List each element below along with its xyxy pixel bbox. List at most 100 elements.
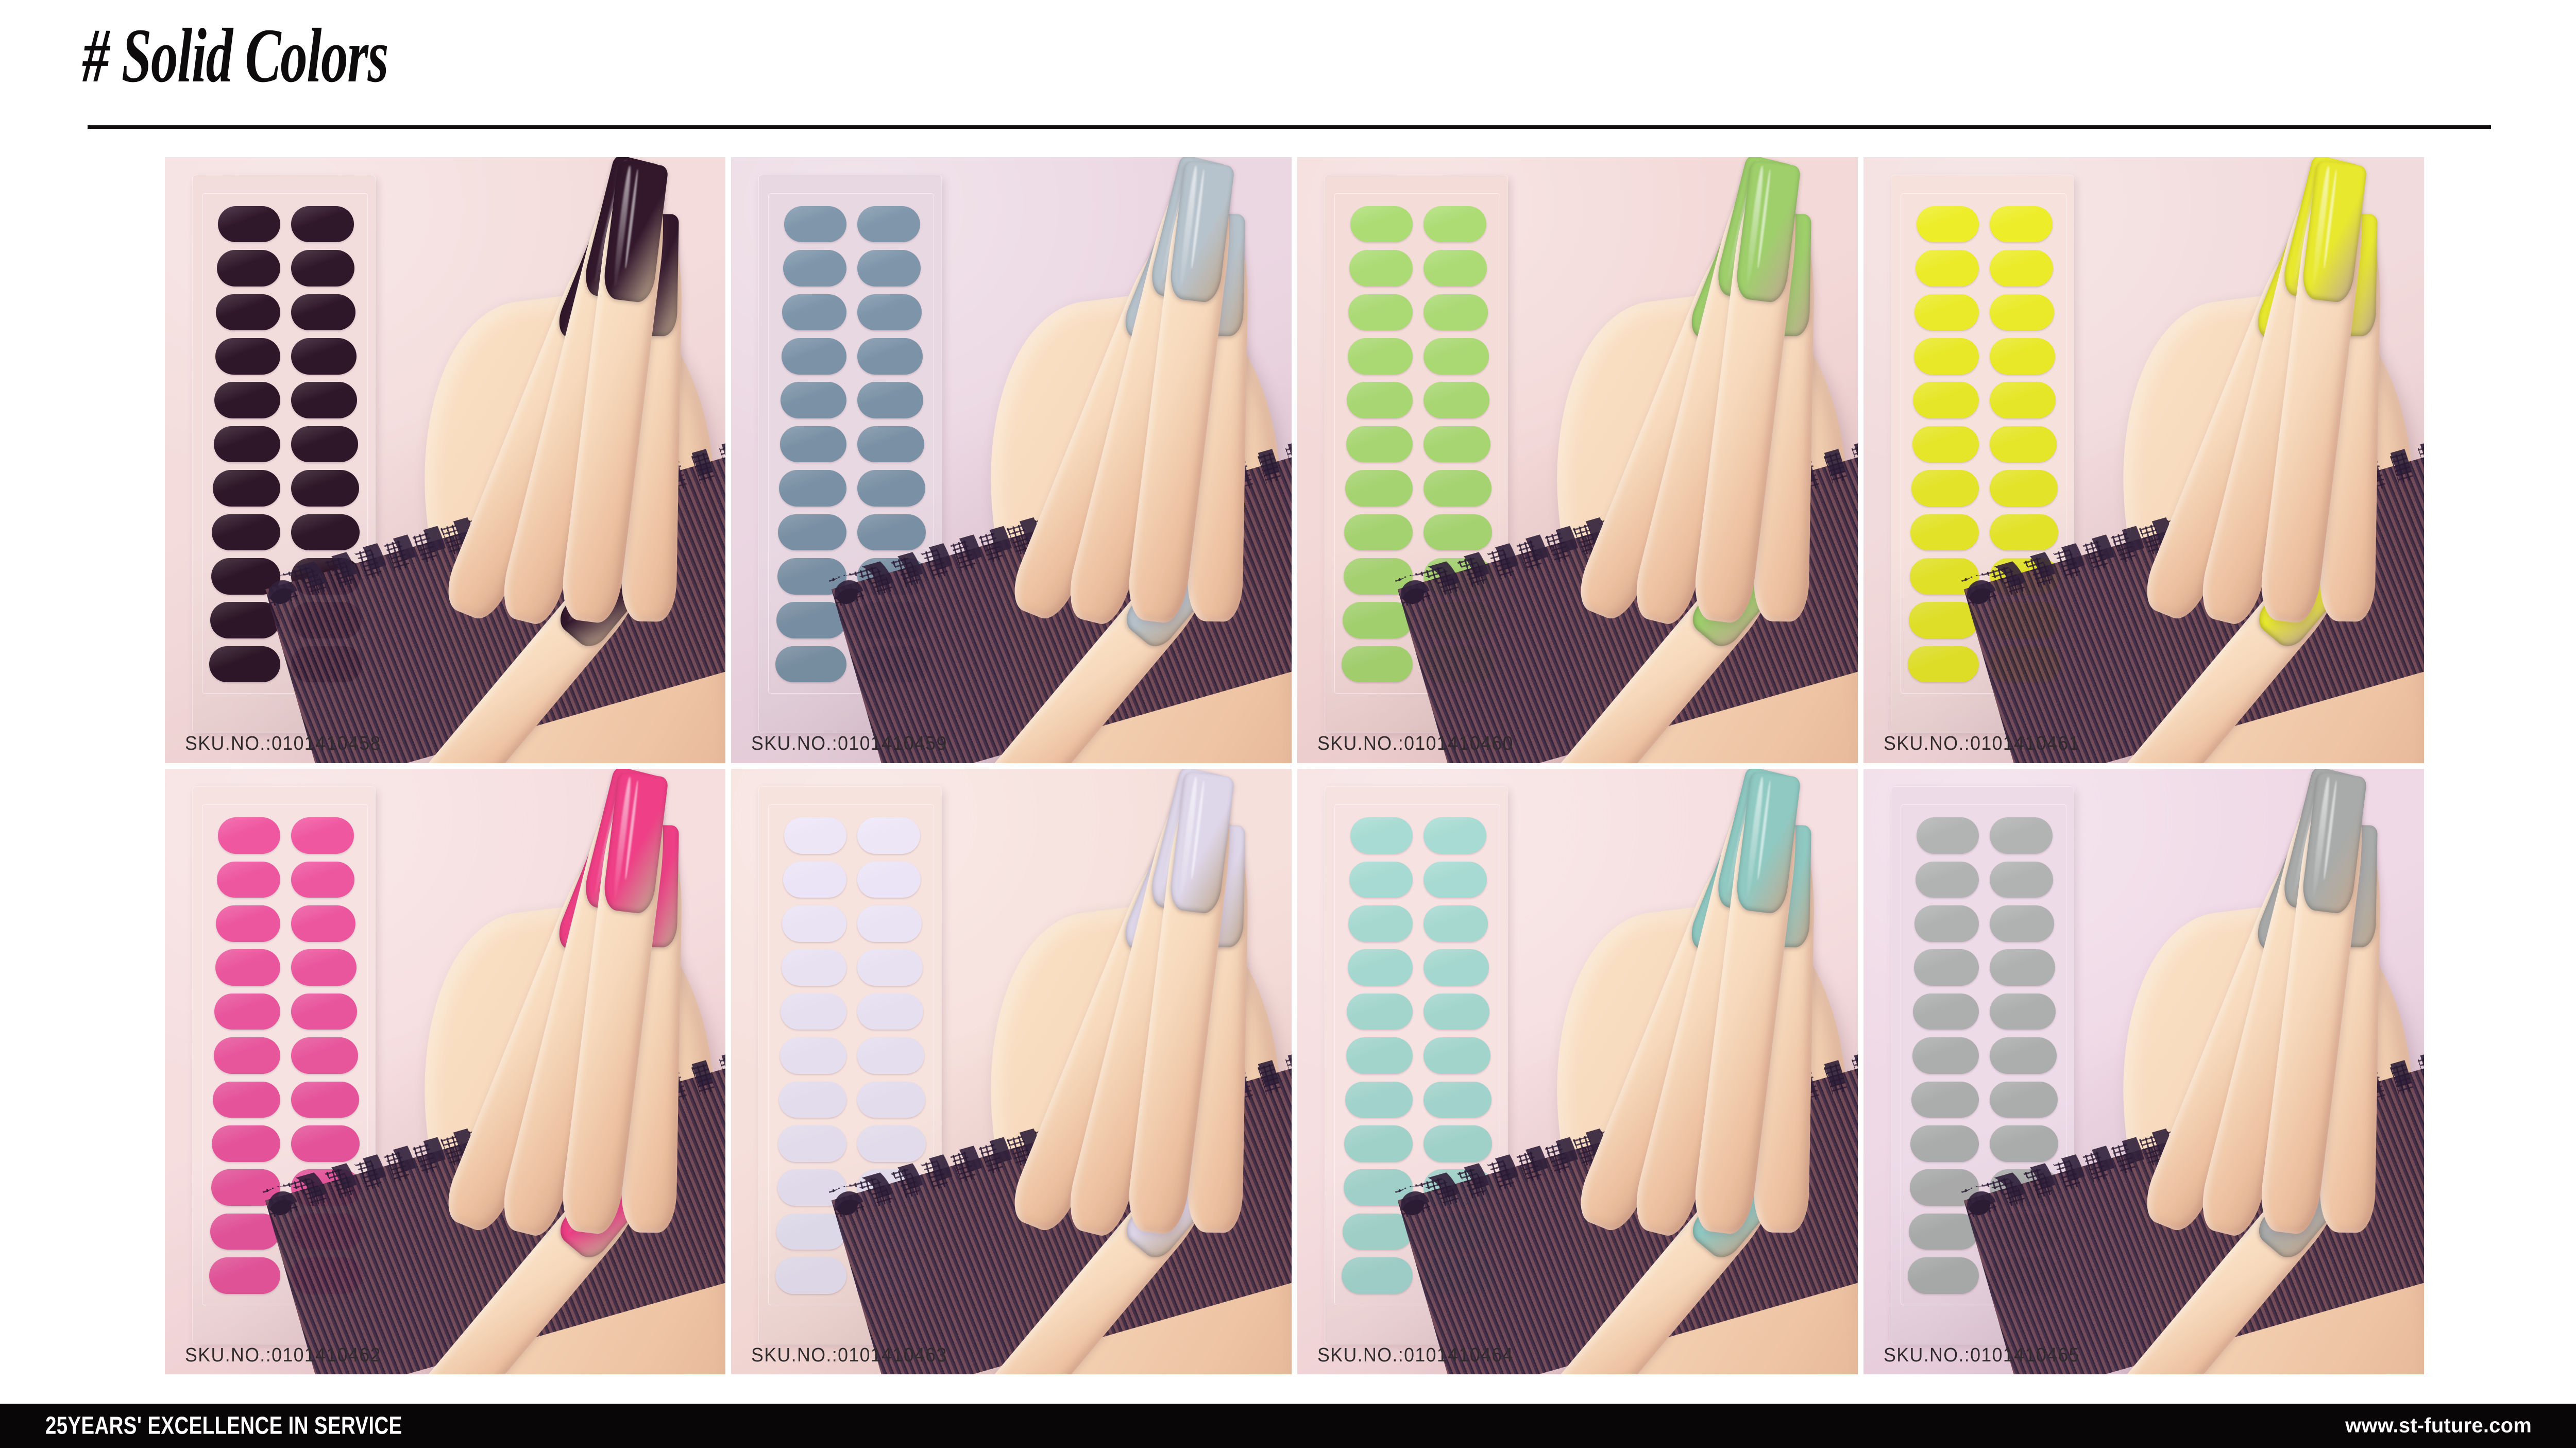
- nail-wrap-sticker: [857, 514, 926, 551]
- nail-wrap-sticker: [215, 949, 281, 986]
- product-panel[interactable]: SKU.NO.:0101410458: [165, 157, 725, 763]
- nail-wrap-sticker: [291, 470, 360, 507]
- sku-label: SKU.NO.:0101410459: [751, 733, 948, 755]
- nail-wrap-sticker: [1349, 861, 1413, 898]
- nail-wrap-sticker: [1990, 206, 2053, 243]
- nail-wrap-sticker: [213, 426, 281, 463]
- product-panel[interactable]: SKU.NO.:0101410464: [1297, 768, 1858, 1374]
- nail-wrap-sticker: [782, 294, 847, 331]
- nail-wrap-sticker: [1990, 250, 2054, 287]
- nail-wrap-sticker: [217, 206, 281, 243]
- nail-wrap-sticker: [1990, 294, 2054, 331]
- nail-wrap-sticker: [1423, 426, 1490, 463]
- product-panel[interactable]: SKU.NO.:0101410460: [1297, 157, 1858, 763]
- nail-wrap-sticker: [1908, 646, 1979, 683]
- nail-wrap-sticker: [291, 1125, 360, 1162]
- nail-wrap-sticker: [857, 426, 924, 463]
- nail-wrap-sticker: [1346, 426, 1413, 463]
- nail-wrap-sticker: [1911, 470, 1979, 507]
- nail-wrap-sticker: [291, 1081, 360, 1118]
- nail-wrap-sticker: [291, 1037, 358, 1074]
- nail-wrap-sticker: [1913, 338, 1979, 375]
- nail-wrap-sticker: [291, 861, 355, 898]
- nail-wrap-sticker: [778, 470, 847, 507]
- nail-wrap-sticker: [1345, 1081, 1413, 1118]
- nail-wrap-sticker: [291, 905, 355, 942]
- nail-wrap-sticker: [1423, 338, 1489, 375]
- nail-wrap-sticker: [1348, 905, 1413, 942]
- nail-wrap-sticker: [291, 426, 358, 463]
- nail-wrap-sticker: [1423, 905, 1488, 942]
- nail-wrap-sticker: [857, 294, 922, 331]
- nail-wrap-sticker: [1345, 470, 1413, 507]
- nail-wrap-sticker: [1423, 949, 1489, 986]
- nail-wrap-sticker: [1347, 993, 1413, 1030]
- title-divider: [88, 125, 2491, 129]
- nail-wrap-sticker: [781, 382, 847, 418]
- nail-wrap-sticker: [781, 949, 847, 986]
- nail-wrap-sticker: [1423, 206, 1486, 243]
- nail-wrap-sticker: [857, 1037, 924, 1074]
- nail-wrap-sticker: [1347, 949, 1413, 986]
- nail-wrap-sticker: [857, 905, 922, 942]
- sku-label: SKU.NO.:0101410458: [185, 733, 382, 755]
- nail-wrap-sticker: [779, 426, 847, 463]
- nail-wrap-sticker: [1346, 1037, 1413, 1074]
- nail-wrap-sticker: [1990, 382, 2056, 418]
- nail-wrap-sticker: [1916, 250, 1979, 287]
- nail-wrap-sticker: [1914, 905, 1979, 942]
- nail-wrap-sticker: [291, 382, 358, 418]
- nail-wrap-sticker: [1990, 905, 2054, 942]
- nail-wrap-sticker: [775, 646, 847, 683]
- sku-label: SKU.NO.:0101410462: [185, 1344, 382, 1366]
- sku-label: SKU.NO.:0101410460: [1317, 733, 1514, 755]
- nail-wrap-sticker: [1912, 1037, 1979, 1074]
- nail-wrap-sticker: [216, 294, 281, 331]
- product-panel[interactable]: SKU.NO.:0101410465: [1863, 768, 2424, 1374]
- nail-wrap-sticker: [857, 817, 920, 854]
- nail-wrap-sticker: [857, 206, 920, 243]
- nail-wrap-sticker: [217, 817, 281, 854]
- nail-wrap-sticker: [1344, 1125, 1413, 1162]
- nail-wrap-sticker: [1916, 206, 1979, 243]
- nail-wrap-sticker: [291, 250, 355, 287]
- nail-wrap-sticker: [1423, 993, 1490, 1030]
- nail-wrap-sticker: [210, 602, 281, 638]
- nail-wrap-sticker: [778, 1125, 847, 1162]
- sku-label: SKU.NO.:0101410463: [751, 1344, 948, 1366]
- nail-wrap-sticker: [1423, 382, 1490, 418]
- nail-wrap-sticker: [783, 250, 847, 287]
- footer-website-link[interactable]: www.st-future.com: [2345, 1415, 2532, 1438]
- product-panel[interactable]: SKU.NO.:0101410463: [731, 768, 1292, 1374]
- sku-label: SKU.NO.:0101410465: [1884, 1344, 2080, 1366]
- nail-wrap-sticker: [1423, 250, 1487, 287]
- nail-wrap-sticker: [857, 949, 923, 986]
- nail-wrap-sticker: [1990, 817, 2053, 854]
- nail-wrap-sticker: [1423, 1037, 1490, 1074]
- nail-wrap-sticker: [1908, 1257, 1979, 1294]
- nail-wrap-sticker: [1348, 294, 1413, 331]
- nail-wrap-sticker: [291, 338, 357, 375]
- product-grid: SKU.NO.:0101410458 SKU.NO.:0101410459 SKU.…: [165, 157, 2424, 1374]
- nail-wrap-sticker: [1912, 426, 1979, 463]
- nail-wrap-sticker: [781, 338, 847, 375]
- product-panel[interactable]: SKU.NO.:0101410461: [1863, 157, 2424, 763]
- nail-wrap-sticker: [1344, 514, 1413, 551]
- nail-wrap-sticker: [778, 1081, 847, 1118]
- nail-wrap-sticker: [1423, 1081, 1492, 1118]
- nail-wrap-sticker: [291, 949, 357, 986]
- product-panel[interactable]: SKU.NO.:0101410462: [165, 768, 725, 1374]
- nail-wrap-sticker: [1423, 514, 1493, 551]
- product-panel[interactable]: SKU.NO.:0101410459: [731, 157, 1292, 763]
- nail-wrap-sticker: [209, 646, 281, 683]
- nail-wrap-sticker: [1910, 1125, 1979, 1162]
- sku-label: SKU.NO.:0101410461: [1884, 733, 2080, 755]
- nail-wrap-sticker: [857, 1081, 926, 1118]
- nail-wrap-sticker: [214, 382, 281, 418]
- nail-wrap-sticker: [1990, 861, 2054, 898]
- nail-wrap-sticker: [1347, 338, 1413, 375]
- nail-wrap-sticker: [1990, 514, 2059, 551]
- nail-wrap-sticker: [1342, 646, 1413, 683]
- nail-wrap-sticker: [291, 817, 354, 854]
- nail-wrap-sticker: [776, 1213, 847, 1250]
